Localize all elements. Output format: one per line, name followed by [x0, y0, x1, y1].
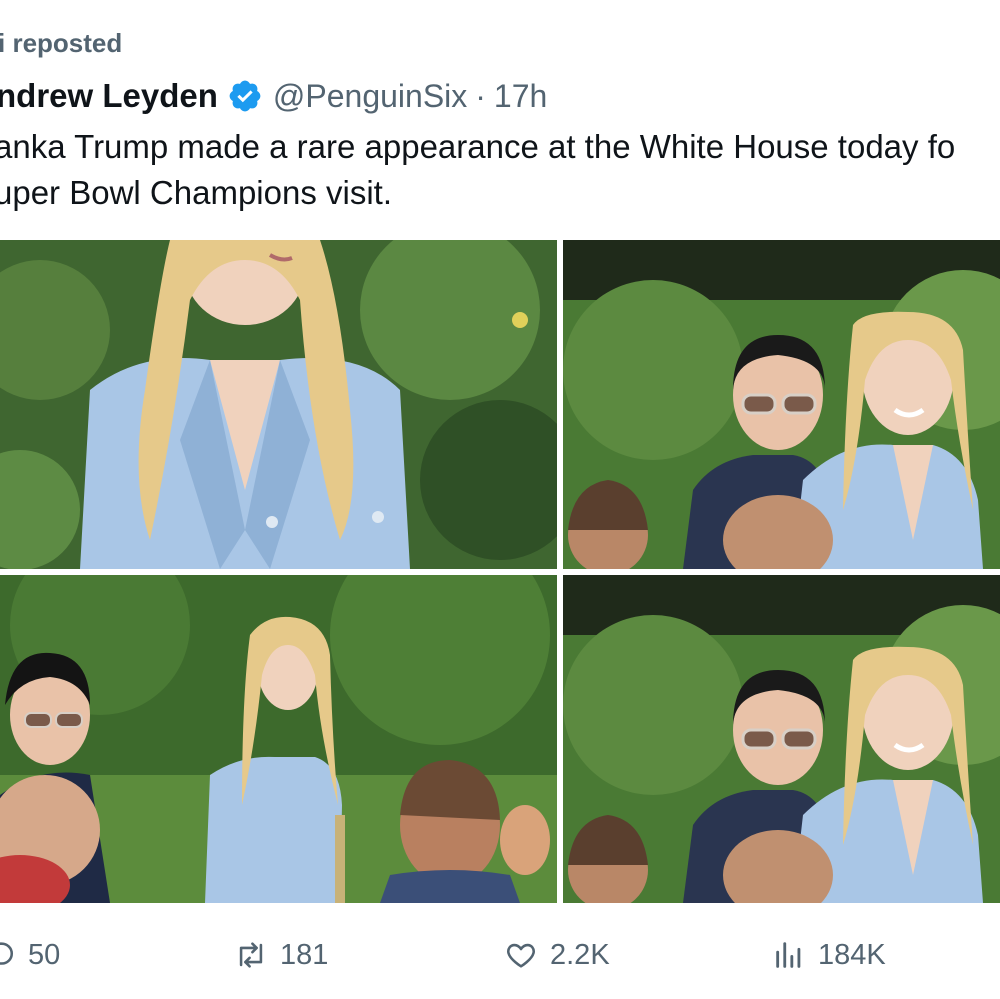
- repost-label: i reposted: [0, 28, 123, 58]
- media-grid: [0, 240, 1000, 903]
- separator-dot: ·: [475, 77, 486, 114]
- photo-4[interactable]: [563, 575, 1000, 903]
- repost-icon: [239, 942, 263, 968]
- heart-icon: [507, 943, 535, 968]
- author-handle[interactable]: @PenguinSix: [273, 78, 467, 115]
- reply-count: 50: [28, 938, 61, 971]
- tweet-header: ndrew Leyden @PenguinSix · 17h: [0, 74, 547, 118]
- photo-1[interactable]: [0, 240, 557, 569]
- like-count: 2.2K: [550, 938, 610, 971]
- photo-3[interactable]: [0, 575, 557, 903]
- views-button[interactable]: 184K: [772, 925, 886, 985]
- photo-2[interactable]: [563, 240, 1000, 569]
- tweet-text: anka Trump made a rare appearance at the…: [0, 128, 956, 211]
- repost-count: 181: [280, 938, 329, 971]
- verified-badge-icon: [227, 78, 263, 114]
- views-icon: [776, 942, 801, 968]
- tweet-actions: 50 181 2.2K 184K: [0, 925, 1000, 985]
- reply-icon: [0, 942, 14, 965]
- reply-button[interactable]: 50: [0, 925, 60, 985]
- views-count: 184K: [818, 938, 886, 971]
- repost-button[interactable]: 181: [234, 925, 328, 985]
- post-timestamp[interactable]: 17h: [494, 78, 547, 115]
- repost-indicator[interactable]: i reposted: [0, 28, 122, 59]
- author-name[interactable]: ndrew Leyden: [0, 77, 218, 115]
- like-button[interactable]: 2.2K: [504, 925, 610, 985]
